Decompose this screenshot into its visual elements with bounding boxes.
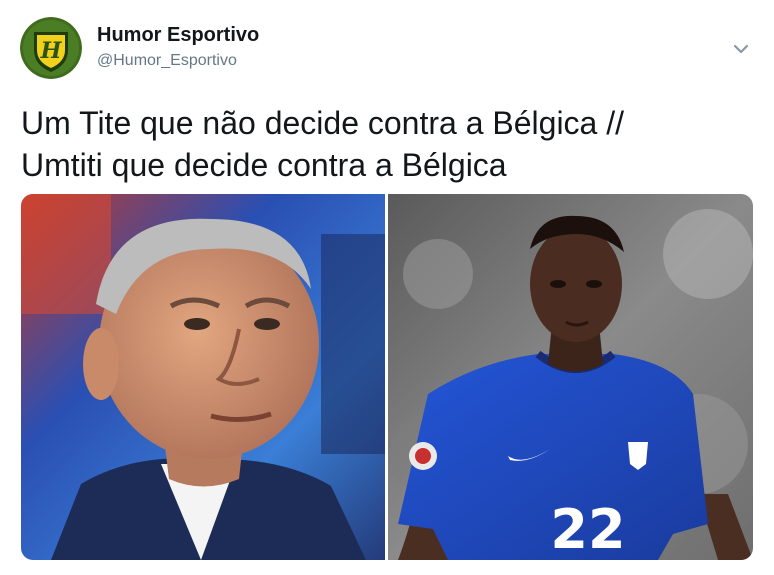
tweet-photo-right[interactable]: 22 [388,194,753,560]
tweet-photo-left[interactable] [21,194,385,560]
club-shield-icon: H [20,17,82,79]
photo-icon [21,194,385,560]
photo-icon: 22 [388,194,753,560]
tweet-menu-button[interactable] [728,38,754,60]
avatar[interactable]: H [20,17,82,79]
author-block: Humor Esportivo @Humor_Esportivo [97,22,259,72]
tweet-text: Um Tite que não decide contra a Bélgica … [21,102,751,186]
tweet-text-line: Um Tite que não decide contra a Bélgica … [21,105,625,141]
jersey-number: 22 [550,498,625,560]
tweet-card: H Humor Esportivo @Humor_Esportivo Um Ti… [0,0,774,575]
tweet-text-line: Umtiti que decide contra a Bélgica [21,147,507,183]
avatar-monogram: H [40,38,63,64]
tweet-media: 22 [21,194,753,560]
chevron-down-icon [733,44,749,54]
display-name[interactable]: Humor Esportivo [97,22,259,48]
user-handle[interactable]: @Humor_Esportivo [97,50,259,72]
